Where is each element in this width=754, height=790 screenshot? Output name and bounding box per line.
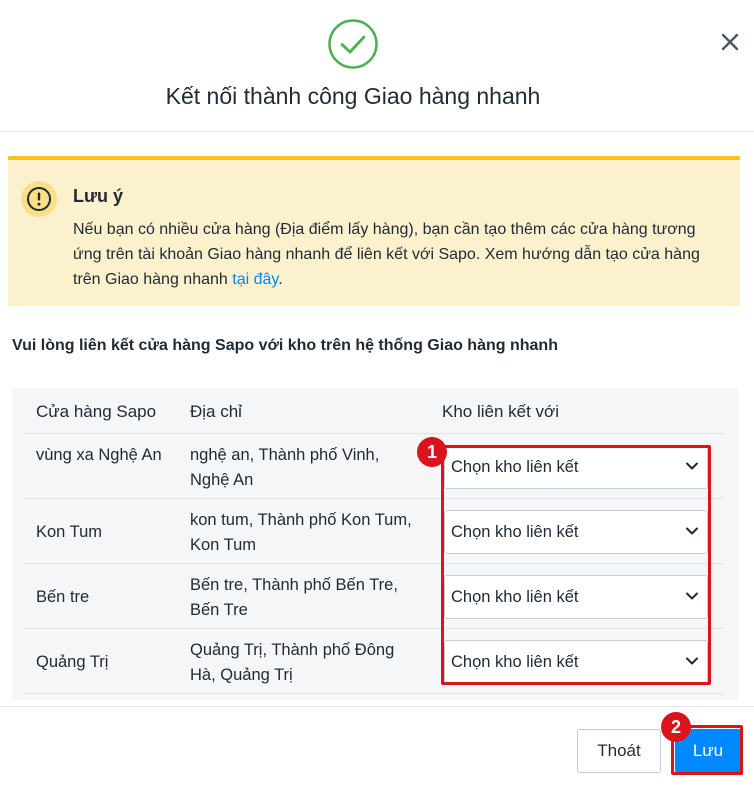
- guide-link[interactable]: tại đây: [232, 271, 278, 288]
- step-badge-2: 2: [661, 712, 691, 742]
- warning-circle-icon: [21, 181, 57, 217]
- select-value: Chọn kho liên kết: [451, 522, 579, 541]
- alert-body: Nếu bạn có nhiều cửa hàng (Địa điểm lấy …: [73, 217, 723, 292]
- warning-alert: Lưu ý Nếu bạn có nhiều cửa hàng (Địa điể…: [8, 156, 740, 306]
- table-divider: [24, 693, 723, 694]
- warehouse-select[interactable]: Chọn kho liên kết: [444, 640, 708, 684]
- warehouse-select[interactable]: Chọn kho liên kết: [444, 445, 708, 489]
- store-address: Quảng Trị, Thành phố Đông Hà, Quảng Trị: [190, 641, 395, 684]
- table-row: vùng xa Nghệ An nghệ an, Thành phố Vinh,…: [24, 433, 723, 498]
- chevron-down-icon: [686, 657, 698, 665]
- store-name: Bến tre: [36, 588, 90, 606]
- modal-header: Kết nối thành công Giao hàng nhanh: [0, 0, 754, 132]
- alert-text: Nếu bạn có nhiều cửa hàng (Địa điểm lấy …: [73, 221, 700, 288]
- table-row: Bến tre Bến tre, Thành phố Bến Tre, Bến …: [24, 563, 723, 628]
- close-icon: [721, 33, 739, 51]
- chevron-down-icon: [686, 462, 698, 470]
- alert-suffix: .: [278, 271, 283, 288]
- header-warehouse: Kho liên kết với: [442, 402, 559, 421]
- store-name: vùng xa Nghệ An: [36, 446, 162, 464]
- step-badge-1: 1: [417, 437, 447, 467]
- store-address: Bến tre, Thành phố Bến Tre, Bến Tre: [190, 576, 398, 619]
- close-button[interactable]: [716, 28, 744, 56]
- check-circle-icon: [328, 19, 378, 69]
- table-row: Kon Tum kon tum, Thành phố Kon Tum, Kon …: [24, 498, 723, 563]
- select-value: Chọn kho liên kết: [451, 457, 579, 476]
- header-address: Địa chỉ: [190, 402, 242, 421]
- header-store: Cửa hàng Sapo: [36, 402, 157, 421]
- chevron-down-icon: [686, 527, 698, 535]
- chevron-down-icon: [686, 592, 698, 600]
- table-row: Quảng Trị Quảng Trị, Thành phố Đông Hà, …: [24, 628, 723, 693]
- alert-title: Lưu ý: [73, 186, 124, 206]
- link-instruction: Vui lòng liên kết cửa hàng Sapo với kho …: [12, 337, 558, 354]
- select-value: Chọn kho liên kết: [451, 652, 579, 671]
- exit-button[interactable]: Thoát: [577, 729, 661, 773]
- warehouse-select[interactable]: Chọn kho liên kết: [444, 510, 708, 554]
- store-address: kon tum, Thành phố Kon Tum, Kon Tum: [190, 511, 412, 554]
- select-value: Chọn kho liên kết: [451, 587, 579, 606]
- store-name: Kon Tum: [36, 523, 103, 541]
- store-name: Quảng Trị: [36, 653, 109, 671]
- modal-title: Kết nối thành công Giao hàng nhanh: [165, 83, 541, 109]
- store-address: nghệ an, Thành phố Vinh, Nghệ An: [190, 446, 380, 489]
- warehouse-select[interactable]: Chọn kho liên kết: [444, 575, 708, 619]
